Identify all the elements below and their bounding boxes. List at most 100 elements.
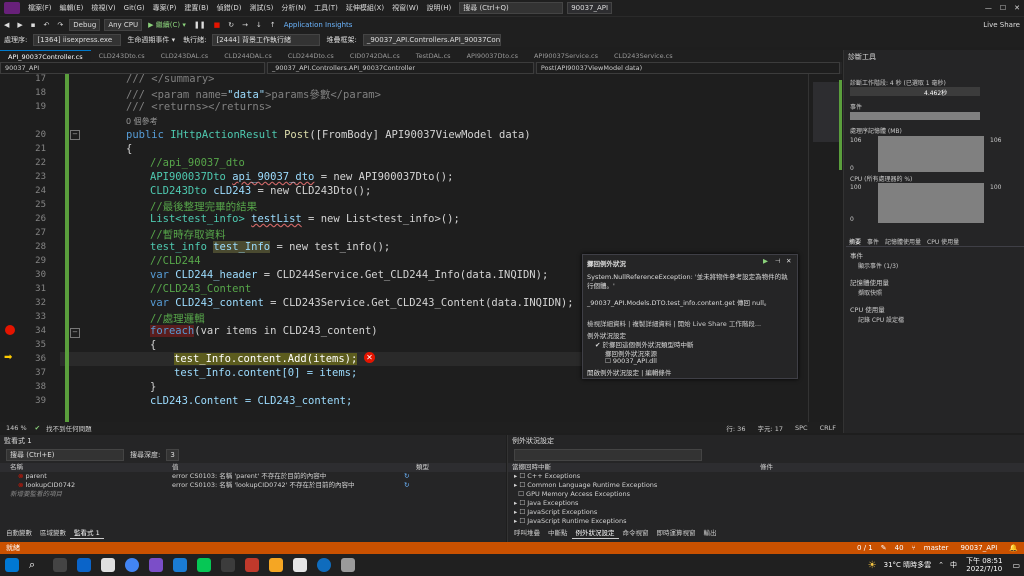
tab-testdal[interactable]: TestDAL.cs — [408, 50, 459, 62]
tab-cld243dal[interactable]: CLD243DAL.cs — [153, 50, 217, 62]
notification-icon[interactable]: ▭ — [1008, 561, 1024, 570]
git-branch[interactable]: master — [918, 544, 955, 552]
stack-select[interactable]: _90037_API.Controllers.API_90037Contr — [362, 33, 501, 46]
exset-item[interactable]: ▸ ☐ Java Exceptions — [508, 499, 1024, 508]
live-share-button[interactable]: Live Share — [979, 21, 1024, 29]
tray-icon[interactable]: ⌃ — [935, 561, 947, 569]
weather-text[interactable]: 31°C 晴時多雲 — [880, 560, 936, 570]
exception-links[interactable]: 檢視詳細資料 | 複製詳細資料 | 開始 Live Share 工作階段... — [587, 318, 761, 328]
tab-exception-settings[interactable]: 例外狀況設定 — [571, 528, 619, 539]
input-language[interactable]: 中 — [947, 560, 960, 570]
reference-count[interactable]: 0 個參考 — [126, 116, 158, 127]
tab-api90037dto[interactable]: API90037Dto.cs — [459, 50, 526, 62]
redo-icon[interactable]: ↷ — [53, 21, 67, 29]
back-icon[interactable]: ◀ — [0, 21, 13, 29]
stop-icon[interactable]: ■ — [210, 21, 225, 29]
menu-git[interactable]: Git(G) — [120, 4, 149, 12]
source-dll-checkbox[interactable]: ☐ 90037_API.dll — [605, 357, 657, 365]
menu-project[interactable]: 專案(P) — [149, 3, 181, 13]
collapse-icon[interactable]: − — [70, 130, 80, 140]
tab-api-90037-controller[interactable]: API_90037Controller.cs — [0, 49, 91, 63]
app-icon[interactable] — [341, 558, 355, 572]
tab-command-window[interactable]: 命令視窗 — [619, 528, 653, 538]
chrome-icon[interactable] — [125, 558, 139, 572]
nav-class[interactable]: _90037_API.Controllers.API_90037Controll… — [266, 62, 534, 74]
menu-analyze[interactable]: 分析(N) — [277, 3, 310, 13]
start-icon[interactable] — [5, 558, 19, 572]
exception-footer-links[interactable]: 開啟例外狀況設定 | 編輯條件 — [587, 367, 671, 377]
refresh-icon[interactable]: ↻ — [404, 481, 409, 490]
save-icon[interactable]: ▪ — [27, 21, 40, 29]
platform-select[interactable]: Any CPU — [104, 19, 143, 31]
file-icon[interactable] — [101, 558, 115, 572]
menu-extensions[interactable]: 延伸模組(X) — [342, 3, 388, 13]
breakpoint-icon[interactable] — [5, 325, 15, 335]
exset-item[interactable]: ☐ GPU Memory Access Exceptions — [508, 490, 1024, 499]
process-select[interactable]: [1364] iisexpress.exe — [33, 33, 122, 46]
nav-member[interactable]: Post(API90037ViewModel data) — [535, 62, 840, 74]
exset-search[interactable] — [514, 449, 702, 461]
exset-item[interactable]: ▸ ☐ JavaScript Exceptions — [508, 508, 1024, 517]
explorer-icon[interactable] — [173, 558, 187, 572]
pin-icon[interactable]: ⊣ — [775, 257, 781, 265]
menu-test[interactable]: 測試(S) — [245, 3, 277, 13]
edge-icon[interactable] — [317, 558, 331, 572]
menu-view[interactable]: 檢視(V) — [87, 3, 119, 13]
menu-edit[interactable]: 編輯(E) — [56, 3, 88, 13]
nav-project[interactable]: 90037_API — [0, 62, 265, 74]
tab-locals[interactable]: 區域變數 — [36, 528, 70, 538]
close-popup-icon[interactable]: ✕ — [786, 257, 791, 265]
watch-row[interactable]: ⊗ lookupCID0742 error CS0103: 名稱 'lookup… — [0, 481, 506, 490]
task-view-icon[interactable] — [53, 558, 67, 572]
step-out-icon[interactable]: ↑ — [266, 21, 280, 29]
tab-immediate-window[interactable]: 即時運算視窗 — [653, 528, 700, 538]
search-icon[interactable]: ⌕ — [29, 558, 43, 572]
add-watch-item[interactable]: 新增要監看的項目 — [0, 490, 506, 499]
menu-file[interactable]: 檔案(F) — [24, 3, 56, 13]
refresh-icon[interactable]: ↻ — [404, 472, 409, 481]
whitespace-mode[interactable]: SPC — [789, 424, 814, 432]
menu-help[interactable]: 說明(H) — [422, 3, 455, 13]
watch-row[interactable]: ⊗ parent error CS0103: 名稱 'parent' 不存在於目… — [0, 472, 506, 481]
tab-cld244dto[interactable]: CLD244Dto.cs — [280, 50, 342, 62]
search-input[interactable]: 搜尋 (Ctrl+Q) — [459, 2, 564, 14]
restart-icon[interactable]: ↻ — [224, 21, 238, 29]
app-icon[interactable] — [245, 558, 259, 572]
terminal-icon[interactable] — [221, 558, 235, 572]
tab-cpu[interactable]: CPU 使用量 — [924, 237, 962, 246]
tab-api90037service[interactable]: API90037Service.cs — [526, 50, 606, 62]
step-icon[interactable]: → — [238, 21, 252, 29]
minimize-button[interactable]: — — [981, 4, 996, 12]
thread-select[interactable]: [2444] 背景工作執行緒 — [212, 33, 321, 46]
menu-window[interactable]: 視窗(W) — [388, 3, 422, 13]
menu-build[interactable]: 建置(B) — [180, 3, 212, 13]
exset-item[interactable]: ▸ ☐ Common Language Runtime Exceptions — [508, 481, 1024, 490]
take-snapshot-link[interactable]: 擷取快照 — [858, 288, 882, 297]
folder-icon[interactable] — [269, 558, 283, 572]
app-insights-button[interactable]: Application Insights — [280, 21, 357, 29]
lifecycle-events[interactable]: 生命週期事件 ▾ — [123, 35, 179, 45]
outlook-icon[interactable] — [77, 558, 91, 572]
editor-scrollbar[interactable] — [808, 74, 842, 422]
tab-cld244dal[interactable]: CLD244DAL.cs — [216, 50, 280, 62]
collapse-foreach-icon[interactable]: − — [70, 328, 80, 338]
step-into-icon[interactable]: ↓ — [252, 21, 266, 29]
visual-studio-icon[interactable] — [149, 558, 163, 572]
search-depth-select[interactable]: 3 — [166, 449, 179, 461]
menu-debug[interactable]: 偵錯(D) — [213, 3, 246, 13]
timeline-bar[interactable] — [850, 87, 980, 96]
close-button[interactable]: ✕ — [1010, 4, 1024, 12]
show-events-link[interactable]: 顯示事件 (1/3) — [858, 261, 898, 270]
record-cpu-link[interactable]: 記錄 CPU 設定檔 — [858, 315, 904, 324]
watch-search-input[interactable]: 搜尋 (Ctrl+E) — [6, 449, 124, 461]
line-icon[interactable] — [197, 558, 211, 572]
tab-cid0742dal[interactable]: CID0742DAL.cs — [342, 50, 408, 62]
continue-button[interactable]: ▶ 繼續(C) ▾ — [144, 20, 190, 30]
tab-breakpoints[interactable]: 中斷點 — [544, 528, 572, 538]
menu-tools[interactable]: 工具(T) — [310, 3, 342, 13]
undo-icon[interactable]: ↶ — [40, 21, 54, 29]
error-icon[interactable]: ✕ — [364, 352, 375, 363]
line-ending[interactable]: CRLF — [814, 424, 842, 432]
tab-watch1[interactable]: 監看式 1 — [70, 528, 104, 539]
tab-memory[interactable]: 記憶體使用量 — [882, 237, 924, 246]
